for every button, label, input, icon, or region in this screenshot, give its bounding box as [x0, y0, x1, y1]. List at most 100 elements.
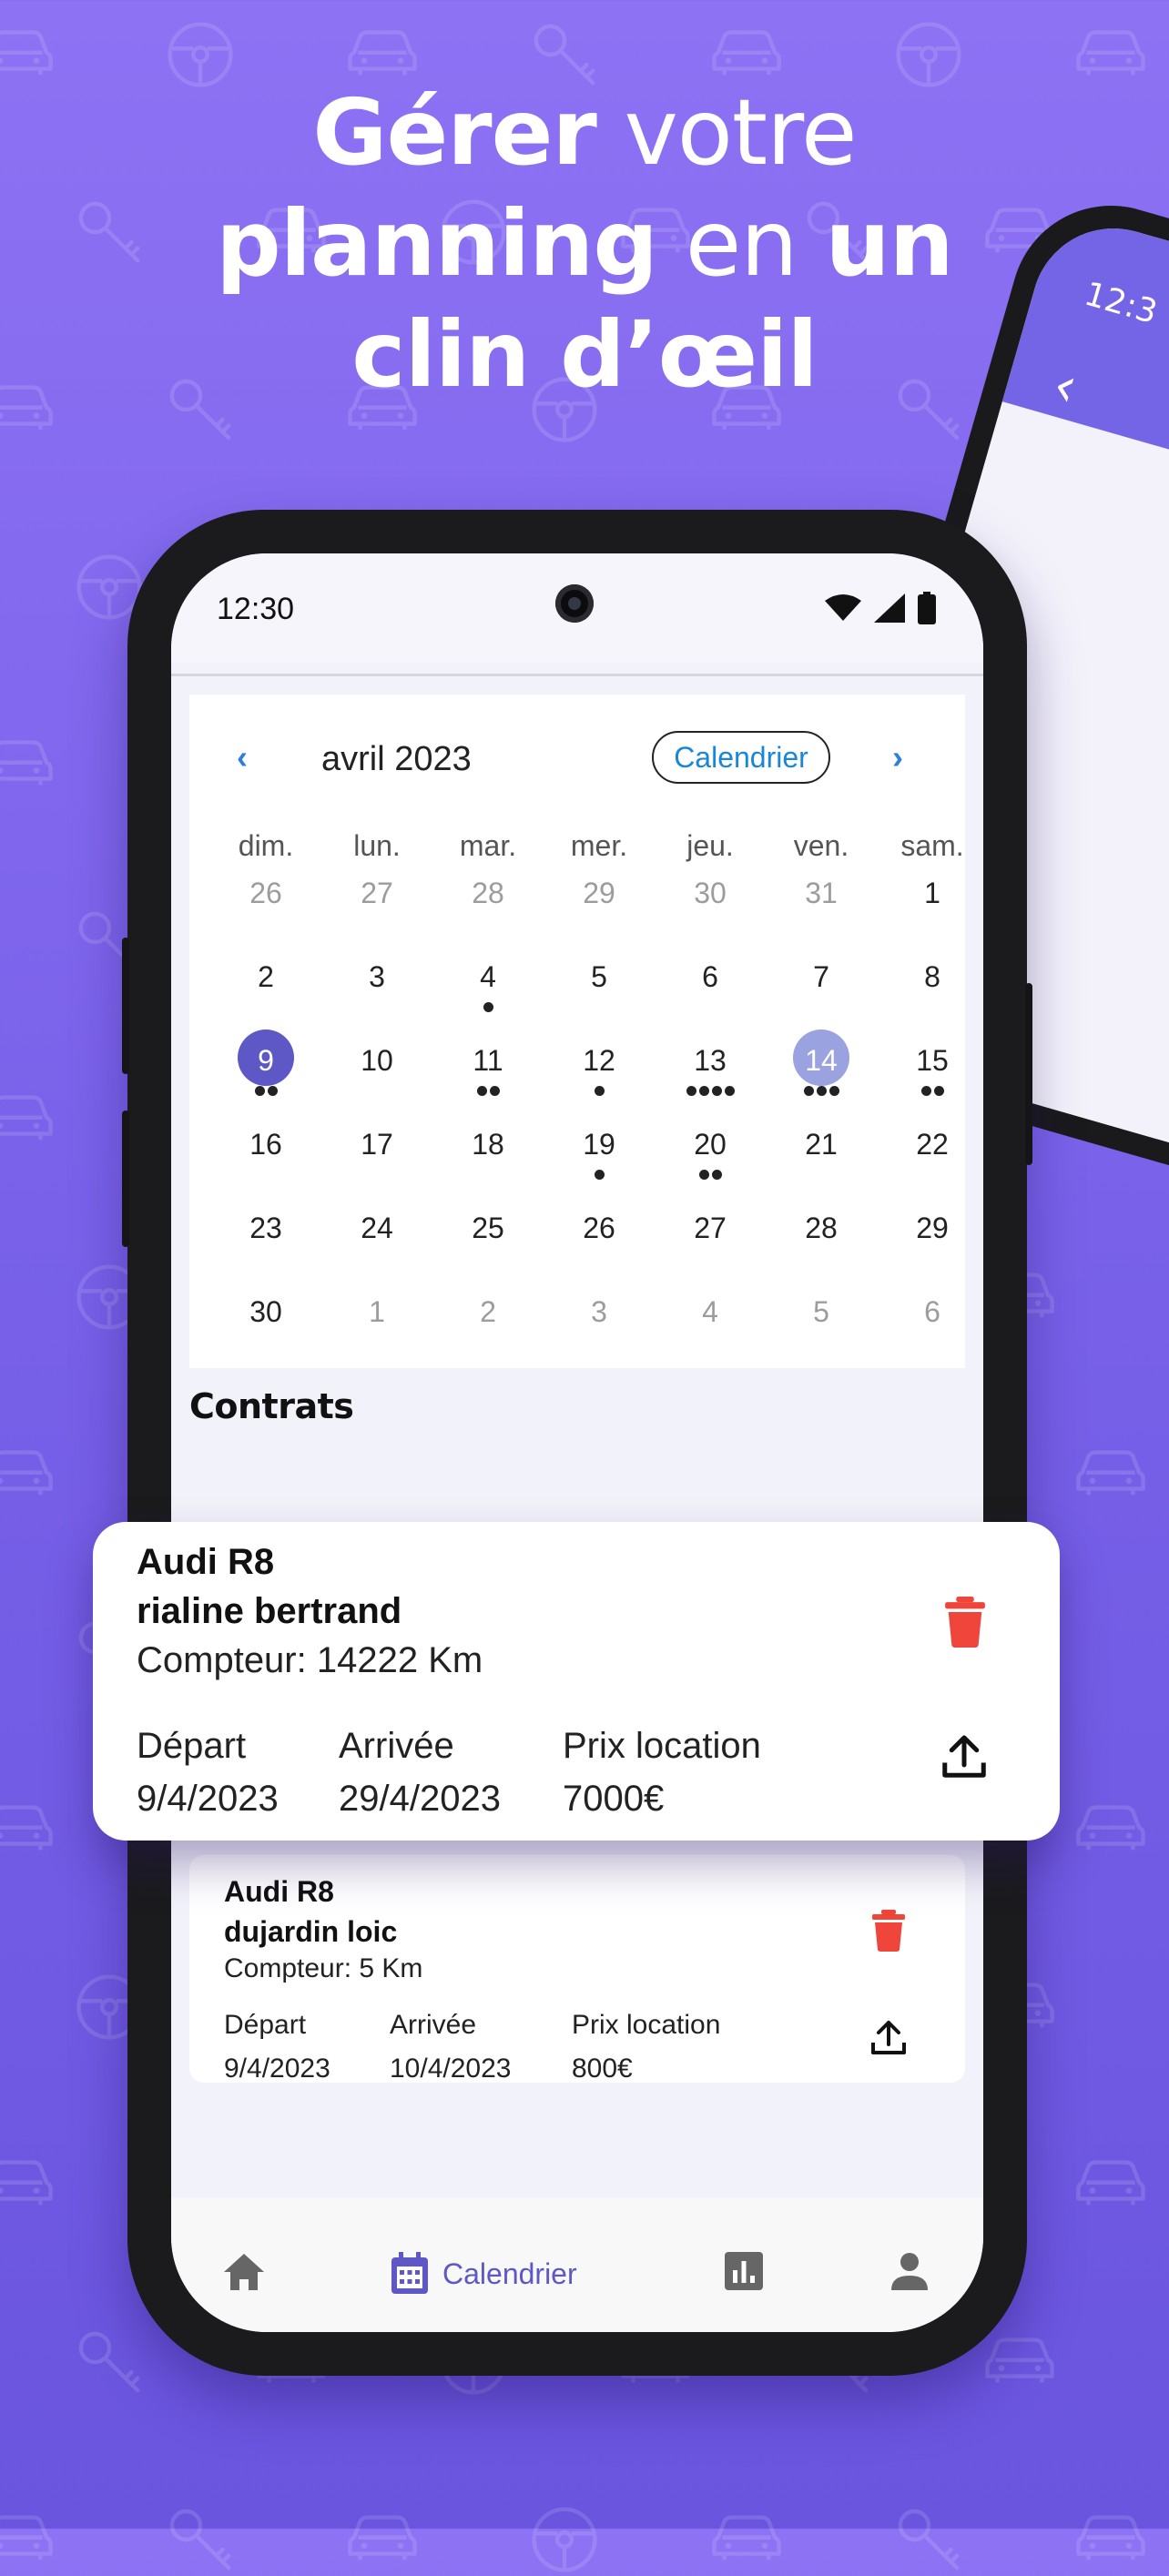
event-dot — [698, 1086, 709, 1096]
pattern-icon — [0, 1805, 53, 1851]
calendar-day-number: 7 — [813, 960, 829, 993]
calendar-day[interactable]: 14 — [771, 1029, 871, 1110]
calendar-day[interactable]: 24 — [327, 1204, 427, 1277]
calendar-day[interactable]: 23 — [216, 1204, 316, 1277]
event-dots — [771, 1086, 871, 1096]
calendar-icon — [391, 2252, 428, 2294]
calendar-day[interactable]: 31 — [771, 869, 871, 942]
calendar-day-number: 16 — [249, 1128, 282, 1161]
pattern-icon — [1076, 2160, 1145, 2206]
calendar-day[interactable]: 7 — [771, 953, 871, 1026]
event-dots — [660, 1086, 760, 1096]
pattern-icon — [1076, 2515, 1145, 2561]
calendar-day[interactable]: 8 — [882, 953, 982, 1026]
contract-card-2[interactable]: Audi R8 dujardin loic Compteur: 5 Km Dép… — [189, 1855, 965, 2084]
pattern-icon — [0, 2160, 53, 2206]
weekday-label: dim. — [238, 829, 294, 862]
calendar-day[interactable]: 18 — [438, 1121, 538, 1193]
contract-card-1[interactable]: Audi R8 rialine bertrand Compteur: 14222… — [93, 1522, 1060, 1841]
calendar-day[interactable]: 22 — [882, 1121, 982, 1193]
nav-stats[interactable] — [725, 2252, 763, 2290]
calendar-day[interactable]: 10 — [327, 1037, 427, 1110]
calendar-day[interactable]: 4 — [660, 1288, 760, 1361]
calendar-day-number: 19 — [583, 1128, 615, 1161]
section-title: Contrats — [189, 1386, 354, 1426]
calendar-day[interactable]: 20 — [660, 1121, 760, 1193]
pattern-icon — [1076, 1805, 1145, 1851]
calendar-day[interactable]: 2 — [216, 953, 316, 1026]
calendar-mode-button[interactable]: Calendrier — [652, 731, 830, 784]
calendar-day-number: 25 — [472, 1212, 504, 1244]
calendar-day[interactable]: 5 — [771, 1288, 871, 1361]
calendar-day[interactable]: 13 — [660, 1037, 760, 1110]
contract-counter: Compteur: 5 Km — [224, 1953, 423, 1983]
share-upload-icon[interactable] — [941, 1733, 987, 1779]
calendar-day-number: 5 — [813, 1295, 829, 1328]
calendar-day[interactable]: 19 — [549, 1121, 649, 1193]
calendar-day-number: 26 — [249, 877, 282, 909]
calendar-day-number: 29 — [583, 877, 615, 909]
calendar-day[interactable]: 5 — [549, 953, 649, 1026]
nav-calendar[interactable]: Calendrier — [390, 2252, 577, 2296]
calendar-day-number: 20 — [694, 1128, 727, 1161]
event-dot — [803, 1086, 814, 1096]
bottom-nav: Calendrier — [171, 2197, 983, 2332]
calendar-day-number: 6 — [924, 1295, 940, 1328]
calendar-day[interactable]: 28 — [771, 1204, 871, 1277]
nav-calendar-label: Calendrier — [442, 2257, 577, 2290]
calendar-day[interactable]: 1 — [882, 869, 982, 942]
event-dot — [254, 1086, 265, 1096]
calendar-card: ‹ avril 2023 Calendrier › dim. lun. mar. me… — [189, 695, 965, 1368]
status-time: 12:30 — [217, 592, 295, 626]
calendar-day-number: 2 — [258, 960, 274, 993]
calendar-day[interactable]: 9 — [216, 1029, 316, 1110]
share-upload-icon[interactable] — [870, 2019, 907, 2055]
calendar-day[interactable]: 27 — [327, 869, 427, 942]
calendar-day[interactable]: 12 — [549, 1037, 649, 1110]
calendar-day[interactable]: 17 — [327, 1121, 427, 1193]
calendar-day[interactable]: 2 — [438, 1288, 538, 1361]
delete-icon[interactable] — [872, 1910, 905, 1952]
next-month-button[interactable]: › — [892, 738, 903, 776]
pattern-icon — [169, 2509, 231, 2571]
weekday-label: ven. — [793, 829, 849, 862]
calendar-day-number: 21 — [805, 1128, 838, 1161]
calendar-day[interactable]: 3 — [327, 953, 427, 1026]
calendar-day[interactable]: 29 — [549, 869, 649, 942]
calendar-day[interactable]: 11 — [438, 1037, 538, 1110]
calendar-day[interactable]: 4 — [438, 953, 538, 1026]
event-dots — [549, 1086, 649, 1096]
nav-profile[interactable] — [890, 2252, 929, 2290]
calendar-day[interactable]: 16 — [216, 1121, 316, 1193]
pattern-icon — [0, 740, 53, 786]
calendar-day[interactable]: 26 — [216, 869, 316, 942]
delete-icon[interactable] — [945, 1597, 985, 1648]
nav-home[interactable] — [222, 2252, 266, 2292]
calendar-day[interactable]: 29 — [882, 1204, 982, 1277]
calendar-day[interactable]: 21 — [771, 1121, 871, 1193]
volume-button — [122, 938, 129, 1074]
calendar-day[interactable]: 6 — [882, 1288, 982, 1361]
calendar-day[interactable]: 15 — [882, 1037, 982, 1110]
price-value: 800€ — [572, 2054, 633, 2084]
calendar-day[interactable]: 25 — [438, 1204, 538, 1277]
calendar-day-number: 18 — [472, 1128, 504, 1161]
pattern-icon — [0, 1095, 53, 1141]
calendar-day-number: 29 — [916, 1212, 949, 1244]
prev-month-button[interactable]: ‹ — [237, 738, 248, 776]
calendar-day-number: 27 — [694, 1212, 727, 1244]
event-dot — [698, 1170, 709, 1180]
weekday-label: sam. — [900, 829, 964, 862]
battery-icon — [918, 592, 936, 624]
pattern-icon — [1165, 2326, 1169, 2399]
calendar-day[interactable]: 30 — [660, 869, 760, 942]
calendar-day[interactable]: 6 — [660, 953, 760, 1026]
calendar-day[interactable]: 28 — [438, 869, 538, 942]
calendar-day[interactable]: 26 — [549, 1204, 649, 1277]
calendar-day[interactable]: 3 — [549, 1288, 649, 1361]
calendar-day[interactable]: 27 — [660, 1204, 760, 1277]
calendar-day[interactable]: 1 — [327, 1288, 427, 1361]
camera-icon — [555, 584, 594, 623]
volume-button-2 — [122, 1111, 129, 1247]
calendar-day[interactable]: 30 — [216, 1288, 316, 1361]
